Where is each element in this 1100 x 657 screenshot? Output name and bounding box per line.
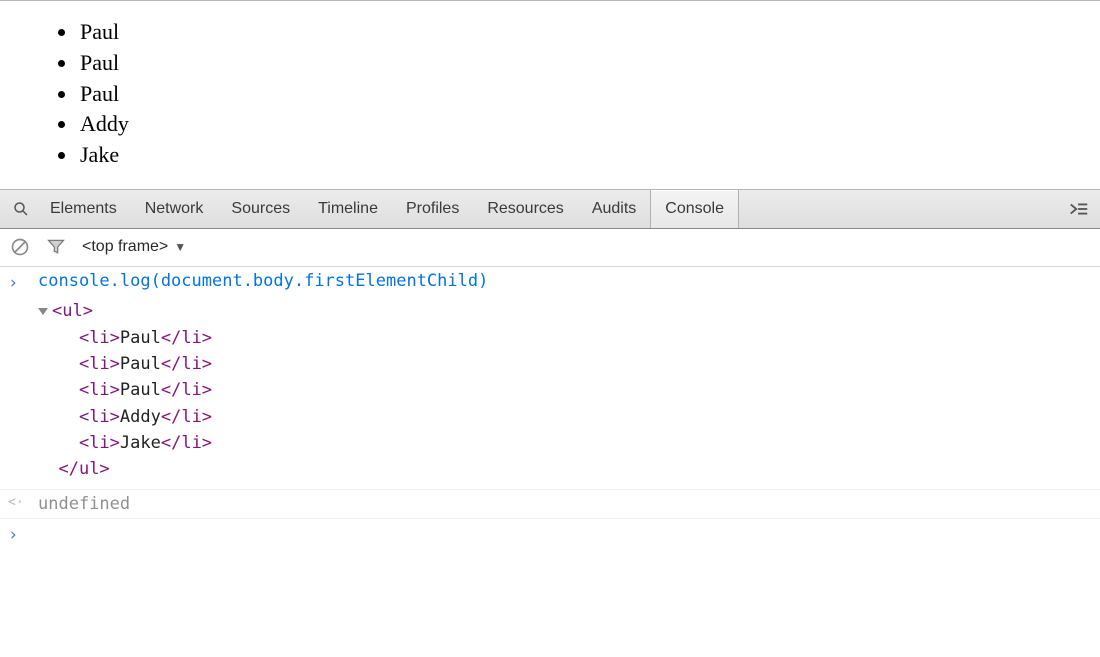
list-item: Paul [78,17,1100,48]
tab-network[interactable]: Network [131,190,218,228]
chevron-down-icon: ▼ [174,240,186,254]
li-text: Addy [120,407,161,427]
logged-element-tree[interactable]: <ul> <li>Paul</li> <li>Paul</li> <li>Pau… [38,298,1090,482]
prompt-in-icon: › [8,273,18,293]
list-item: Addy [78,109,1100,140]
rendered-list: Paul Paul Paul Addy Jake [0,17,1100,171]
ul-close-tag: </ul> [58,459,109,479]
tab-resources[interactable]: Resources [473,190,577,228]
return-value: undefined [38,491,1090,517]
filter-icon[interactable] [46,237,66,257]
list-item: Paul [78,48,1100,79]
frame-selector[interactable]: <top frame> ▼ [82,238,186,256]
tab-profiles[interactable]: Profiles [392,190,473,228]
devtools-panel: Elements Network Sources Timeline Profil… [0,189,1100,549]
devtools-tabstrip: Elements Network Sources Timeline Profil… [0,189,1100,229]
tab-timeline[interactable]: Timeline [304,190,392,228]
li-text: Paul [120,380,161,400]
console-input-row: › console.log(document.body.firstElement… [0,267,1100,297]
li-text: Paul [120,328,161,348]
tab-elements[interactable]: Elements [36,190,131,228]
li-text: Jake [120,433,161,453]
console-command: console.log(document.body.firstElementCh… [38,268,1090,294]
console-return-row: <· undefined [0,490,1100,519]
tab-audits[interactable]: Audits [578,190,650,228]
console-output: › console.log(document.body.firstElement… [0,267,1100,549]
frame-selector-label: <top frame> [82,238,168,256]
clear-console-icon[interactable] [10,237,30,257]
ul-open-tag: <ul> [52,301,93,321]
disclosure-triangle-icon[interactable] [38,308,48,315]
li-text: Paul [120,354,161,374]
tab-sources[interactable]: Sources [217,190,304,228]
console-prompt-row[interactable]: › [0,519,1100,549]
console-result-row[interactable]: <ul> <li>Paul</li> <li>Paul</li> <li>Pau… [0,297,1100,489]
list-item: Jake [78,140,1100,171]
toggle-drawer-icon[interactable] [1064,201,1094,217]
page-preview: Paul Paul Paul Addy Jake [0,0,1100,189]
list-item: Paul [78,79,1100,110]
console-controls: <top frame> ▼ [0,229,1100,267]
tab-console[interactable]: Console [650,190,739,228]
prompt-return-icon: <· [8,495,24,510]
prompt-in-icon: › [8,525,18,545]
search-icon[interactable] [6,200,36,218]
